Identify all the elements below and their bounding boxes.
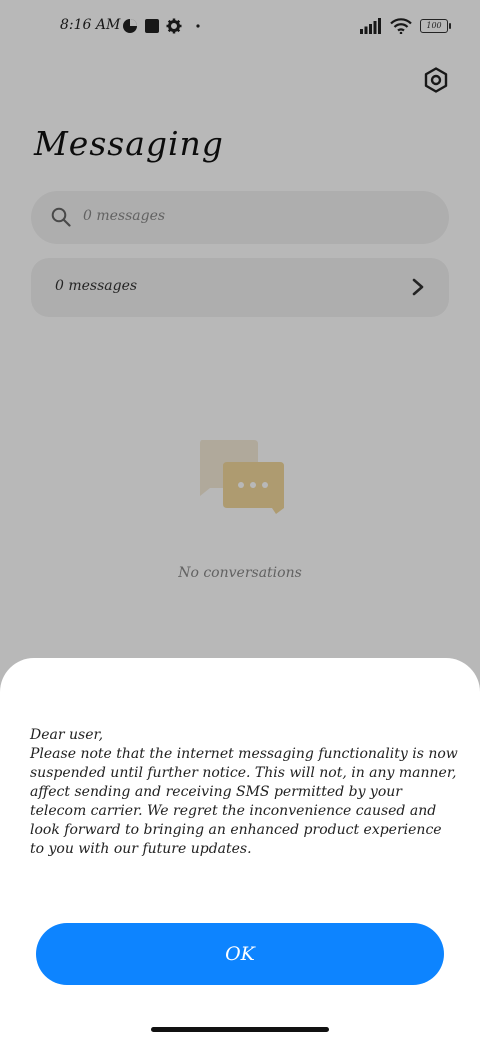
notice-dialog: Dear user, Please note that the internet…: [0, 658, 480, 1040]
messaging-screen: 8:16 AM 100 Messaging 0 messages 0 messa…: [0, 0, 480, 1040]
home-indicator[interactable]: [151, 1027, 329, 1032]
ok-button[interactable]: OK: [36, 923, 444, 985]
notice-message: Dear user, Please note that the internet…: [30, 727, 458, 857]
